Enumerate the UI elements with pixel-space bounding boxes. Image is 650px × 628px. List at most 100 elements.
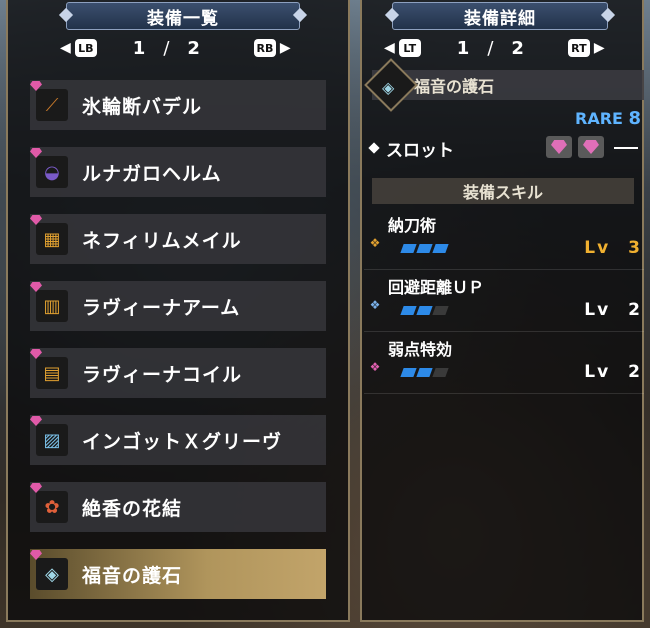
detail-item-header: ◈ 福音の護石: [364, 58, 644, 112]
skill-pip: [416, 368, 433, 377]
rb-button[interactable]: RB: [253, 39, 276, 57]
right-page-sep: /: [487, 37, 494, 59]
skill-level: Lv 2: [584, 300, 642, 320]
lb-button[interactable]: LB: [74, 39, 97, 57]
skill-level-label: Lv: [584, 238, 611, 258]
chest-armor-icon: ▦: [30, 215, 68, 255]
equipment-item[interactable]: ▨ インゴットＸグリーヴ: [30, 415, 326, 465]
charm-icon: ◈: [30, 550, 68, 590]
skill-name: 納刀術: [388, 216, 437, 235]
leg-armor-icon: ▨: [30, 416, 68, 456]
empty-slot-dash: [614, 147, 638, 149]
equipment-item-name: ラヴィーナコイル: [82, 363, 243, 386]
skill-row: ❖ 回避距離ＵＰ Lv 2: [364, 274, 644, 332]
tab-equipment-list[interactable]: 装備一覧: [58, 2, 308, 30]
skill-pip: [400, 244, 417, 253]
skill-level-value: 3: [628, 238, 642, 258]
equipment-item[interactable]: ◈ 福音の護石: [30, 549, 326, 599]
skill-header: 装備スキル: [372, 178, 634, 204]
skill-icon: ❖: [369, 360, 381, 374]
equipment-item-name: 絶香の花結: [82, 497, 183, 520]
rarity-label: RARE: [575, 109, 623, 128]
skill-level-label: Lv: [584, 362, 611, 382]
right-frame-bottom: [360, 620, 644, 622]
equipment-item-name: 福音の護石: [82, 564, 183, 587]
lt-button[interactable]: LT: [398, 39, 421, 57]
right-frame: [360, 0, 362, 622]
slot-gem-icon[interactable]: [546, 136, 572, 158]
decoration-gem-icon: [30, 349, 42, 359]
skill-pip: [432, 244, 449, 253]
skill-row: ❖ 納刀術 Lv 3: [364, 212, 644, 270]
decoration-gem-icon: [30, 81, 42, 91]
great-sword-icon: ⟋: [30, 81, 68, 121]
slot-bullet-icon: [368, 142, 380, 154]
right-pager: ◀ LT 1 / 2 RT ▶: [384, 34, 628, 62]
equipment-item[interactable]: ▦ ネフィリムメイル: [30, 214, 326, 264]
left-pager: ◀ LB 1 / 2 RB ▶: [60, 34, 304, 62]
equipment-item-name: ルナガロヘルム: [82, 162, 222, 185]
equipment-item[interactable]: ◒ ルナガロヘルム: [30, 147, 326, 197]
decoration-gem-icon: [30, 550, 42, 560]
equipment-item-name: ラヴィーナアーム: [82, 296, 241, 319]
decoration-gem-icon: [30, 215, 42, 225]
left-page-sep: /: [163, 37, 170, 59]
equipment-item-name: 氷輪断バデル: [82, 95, 203, 118]
skill-level-pips: [400, 244, 449, 253]
decoration-gem-icon: [30, 416, 42, 426]
decoration-gem-icon: [30, 148, 42, 158]
left-frame-right: [348, 0, 350, 622]
detail-item-name: 福音の護石: [414, 77, 495, 96]
skill-level-value: 2: [628, 300, 642, 320]
skill-row: ❖ 弱点特効 Lv 2: [364, 336, 644, 394]
rt-button[interactable]: RT: [567, 39, 590, 57]
equipment-item[interactable]: ▤ ラヴィーナコイル: [30, 348, 326, 398]
skill-separator: [364, 331, 644, 332]
tab-equipment-detail-label: 装備詳細: [464, 8, 536, 29]
skill-name: 弱点特効: [388, 340, 453, 359]
slot-label: スロット: [386, 140, 454, 161]
slot-row: スロット: [362, 134, 644, 162]
arm-armor-icon: ▥: [30, 282, 68, 322]
skill-name: 回避距離ＵＰ: [388, 278, 485, 297]
right-page-total: 2: [511, 37, 524, 59]
prev-arrow-icon[interactable]: ◀: [384, 40, 395, 56]
skill-pip: [416, 244, 433, 253]
left-frame-bottom: [6, 620, 350, 622]
skill-level: Lv 2: [584, 362, 642, 382]
skill-level-pips: [400, 306, 449, 315]
equipment-item[interactable]: ✿ 絶香の花結: [30, 482, 326, 532]
next-arrow-icon[interactable]: ▶: [594, 40, 605, 56]
left-page-total: 2: [187, 37, 200, 59]
equipment-item[interactable]: ▥ ラヴィーナアーム: [30, 281, 326, 331]
skill-pip: [432, 306, 449, 315]
left-page-current: 1: [132, 37, 146, 59]
skill-separator: [364, 269, 644, 270]
equipment-item[interactable]: ⟋ 氷輪断バデル: [30, 80, 326, 130]
tab-equipment-list-label: 装備一覧: [147, 8, 219, 29]
flower-icon: ✿: [30, 483, 68, 523]
decoration-gem-icon: [30, 282, 42, 292]
slot-gem-icon[interactable]: [578, 136, 604, 158]
decoration-gem-icon: [30, 483, 42, 493]
skill-icon: ❖: [369, 298, 381, 312]
rarity-badge: RARE 8: [575, 108, 641, 129]
equipment-item-name: ネフィリムメイル: [82, 229, 242, 252]
skill-separator: [364, 393, 644, 394]
skill-pip: [432, 368, 449, 377]
prev-arrow-icon[interactable]: ◀: [60, 40, 71, 56]
waist-armor-icon: ▤: [30, 349, 68, 389]
rarity-value: 8: [628, 108, 642, 129]
skill-pip: [416, 306, 433, 315]
skill-pip: [400, 368, 417, 377]
right-page-current: 1: [456, 37, 470, 59]
skill-level-label: Lv: [584, 300, 611, 320]
equipment-item-name: インゴットＸグリーヴ: [82, 430, 283, 453]
tab-equipment-detail[interactable]: 装備詳細: [384, 2, 616, 30]
skill-level-value: 2: [628, 362, 642, 382]
skill-level: Lv 3: [584, 238, 642, 258]
next-arrow-icon[interactable]: ▶: [280, 40, 291, 56]
helm-icon: ◒: [30, 148, 68, 188]
skill-level-pips: [400, 368, 449, 377]
charm-icon: ◈: [382, 78, 395, 97]
